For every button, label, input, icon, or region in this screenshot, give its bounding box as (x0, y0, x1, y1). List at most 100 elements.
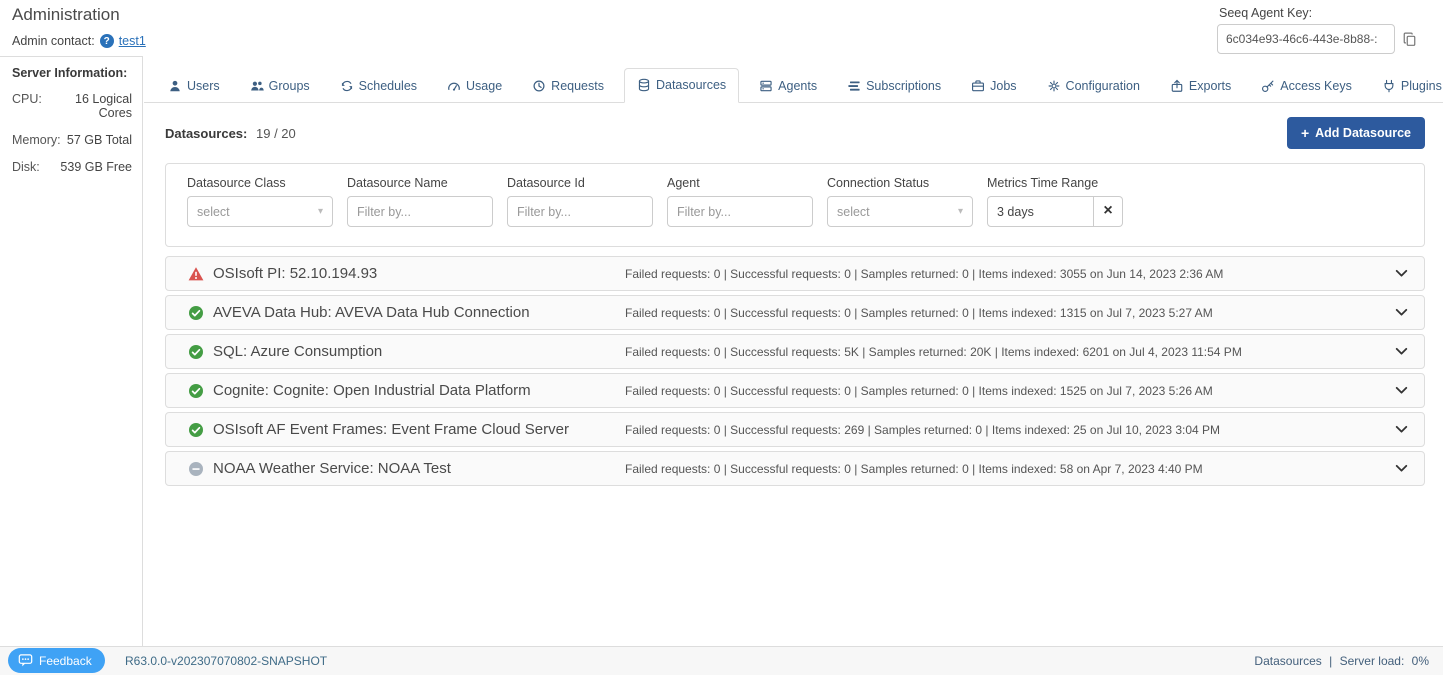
add-datasource-label: Add Datasource (1315, 126, 1411, 140)
tab-plugins[interactable]: Plugins (1372, 69, 1443, 102)
help-icon[interactable]: ? (100, 34, 114, 48)
filter-datasource-id-input[interactable] (507, 196, 653, 227)
datasource-count: Datasources: 19 / 20 (165, 126, 296, 141)
tab-exports[interactable]: Exports (1160, 69, 1241, 102)
tab-label: Schedules (359, 79, 417, 93)
datasource-count-label: Datasources: (165, 126, 247, 141)
gauge-icon (447, 79, 461, 93)
briefcase-icon (971, 79, 985, 93)
filter-label: Agent (667, 176, 813, 190)
select-placeholder: select (197, 205, 230, 219)
tab-label: Jobs (990, 79, 1016, 93)
chevron-down-icon[interactable] (1393, 382, 1410, 399)
tab-configuration[interactable]: Configuration (1037, 69, 1150, 102)
admin-contact-link[interactable]: test1 (119, 34, 146, 48)
server-info-label: Disk: (12, 160, 40, 174)
server-info-value: 57 GB Total (67, 133, 132, 147)
datasource-row[interactable]: OSIsoft AF Event Frames: Event Frame Clo… (165, 412, 1425, 447)
chevron-down-icon[interactable] (1393, 343, 1410, 360)
filter-connection-status: Connection Status select▾ (827, 176, 973, 227)
filter-metrics-time-range-clear-button[interactable]: × (1094, 196, 1123, 227)
filter-datasource-class: Datasource Classselect▾ (187, 176, 333, 227)
server-info-value: 16 Logical Cores (46, 92, 132, 120)
datasource-row[interactable]: NOAA Weather Service: NOAA TestFailed re… (165, 451, 1425, 486)
user-icon (168, 79, 182, 93)
copy-agent-key-button[interactable] (1395, 24, 1423, 54)
stream-icon (847, 79, 861, 93)
server-icon (759, 79, 773, 93)
tab-datasources[interactable]: Datasources (624, 68, 739, 103)
agent-key-input[interactable] (1217, 24, 1395, 54)
server-info-row: CPU:16 Logical Cores (12, 92, 132, 120)
datasource-stats: Failed requests: 0 | Successful requests… (625, 384, 1381, 398)
datasource-row[interactable]: OSIsoft PI: 52.10.194.93Failed requests:… (165, 256, 1425, 291)
filter-agent-input[interactable] (667, 196, 813, 227)
tab-jobs[interactable]: Jobs (961, 69, 1026, 102)
sync-icon (340, 79, 354, 93)
speech-bubble-icon (18, 653, 33, 668)
filter-datasource-class-select[interactable]: select▾ (187, 196, 333, 227)
datasource-name: Cognite: Cognite: Open Industrial Data P… (213, 382, 625, 399)
tab-requests[interactable]: Requests (522, 69, 614, 102)
agent-key-section: Seeq Agent Key: (1217, 6, 1423, 54)
plus-icon: + (1301, 125, 1309, 141)
tab-label: Agents (778, 79, 817, 93)
filter-label: Datasource Id (507, 176, 653, 190)
datasource-row[interactable]: Cognite: Cognite: Open Industrial Data P… (165, 373, 1425, 408)
datasource-name: AVEVA Data Hub: AVEVA Data Hub Connectio… (213, 304, 625, 321)
filter-label: Connection Status (827, 176, 973, 190)
datasource-row[interactable]: AVEVA Data Hub: AVEVA Data Hub Connectio… (165, 295, 1425, 330)
main-content: Datasources: 19 / 20 + Add Datasource Da… (144, 103, 1443, 646)
admin-contact: Admin contact: ? test1 (12, 34, 146, 48)
tab-schedules[interactable]: Schedules (330, 69, 427, 102)
chevron-down-icon[interactable] (1393, 421, 1410, 438)
tab-usage[interactable]: Usage (437, 69, 512, 102)
tab-users[interactable]: Users (158, 69, 230, 102)
tab-label: Datasources (656, 78, 726, 92)
chevron-down-icon[interactable] (1393, 265, 1410, 282)
tab-agents[interactable]: Agents (749, 69, 827, 102)
filter-connection-status-select[interactable]: select▾ (827, 196, 973, 227)
tab-label: Plugins (1401, 79, 1442, 93)
datasource-count-value: 19 / 20 (256, 126, 296, 141)
filter-datasource-name-input[interactable] (347, 196, 493, 227)
footer: Feedback R63.0.0-v202307070802-SNAPSHOT … (0, 646, 1443, 675)
tab-label: Subscriptions (866, 79, 941, 93)
copy-icon (1402, 32, 1417, 47)
server-load-label: Server load: (1340, 654, 1405, 668)
tab-label: Configuration (1066, 79, 1140, 93)
datasource-name: OSIsoft PI: 52.10.194.93 (213, 265, 625, 282)
datasource-stats: Failed requests: 0 | Successful requests… (625, 462, 1381, 476)
datasource-row[interactable]: SQL: Azure ConsumptionFailed requests: 0… (165, 334, 1425, 369)
datasource-stats: Failed requests: 0 | Successful requests… (625, 306, 1381, 320)
filter-datasource-name: Datasource Name (347, 176, 493, 227)
tab-groups[interactable]: Groups (240, 69, 320, 102)
ok-status-icon (188, 422, 204, 438)
error-status-icon (188, 266, 204, 282)
datasource-name: SQL: Azure Consumption (213, 343, 625, 360)
feedback-label: Feedback (39, 654, 92, 668)
chevron-down-icon[interactable] (1393, 304, 1410, 321)
server-info-title: Server Information: (12, 66, 132, 80)
agent-key-label: Seeq Agent Key: (1219, 6, 1423, 20)
filter-metrics-time-range-input[interactable] (987, 196, 1094, 227)
filter-datasource-id: Datasource Id (507, 176, 653, 227)
feedback-button[interactable]: Feedback (8, 648, 105, 673)
key-icon (1261, 79, 1275, 93)
tab-access-keys[interactable]: Access Keys (1251, 69, 1362, 102)
disabled-status-icon (188, 461, 204, 477)
datasource-stats: Failed requests: 0 | Successful requests… (625, 345, 1381, 359)
users-icon (250, 79, 264, 93)
tab-subscriptions[interactable]: Subscriptions (837, 69, 951, 102)
ok-status-icon (188, 383, 204, 399)
server-info-row: Memory:57 GB Total (12, 133, 132, 147)
ok-status-icon (188, 305, 204, 321)
admin-contact-label: Admin contact: (12, 34, 95, 48)
filter-label: Metrics Time Range (987, 176, 1123, 190)
plug-icon (1382, 79, 1396, 93)
page-title: Administration (12, 5, 120, 25)
chevron-down-icon[interactable] (1393, 460, 1410, 477)
chevron-down-icon: ▾ (958, 206, 963, 217)
version-text: R63.0.0-v202307070802-SNAPSHOT (125, 654, 327, 668)
add-datasource-button[interactable]: + Add Datasource (1287, 117, 1425, 149)
